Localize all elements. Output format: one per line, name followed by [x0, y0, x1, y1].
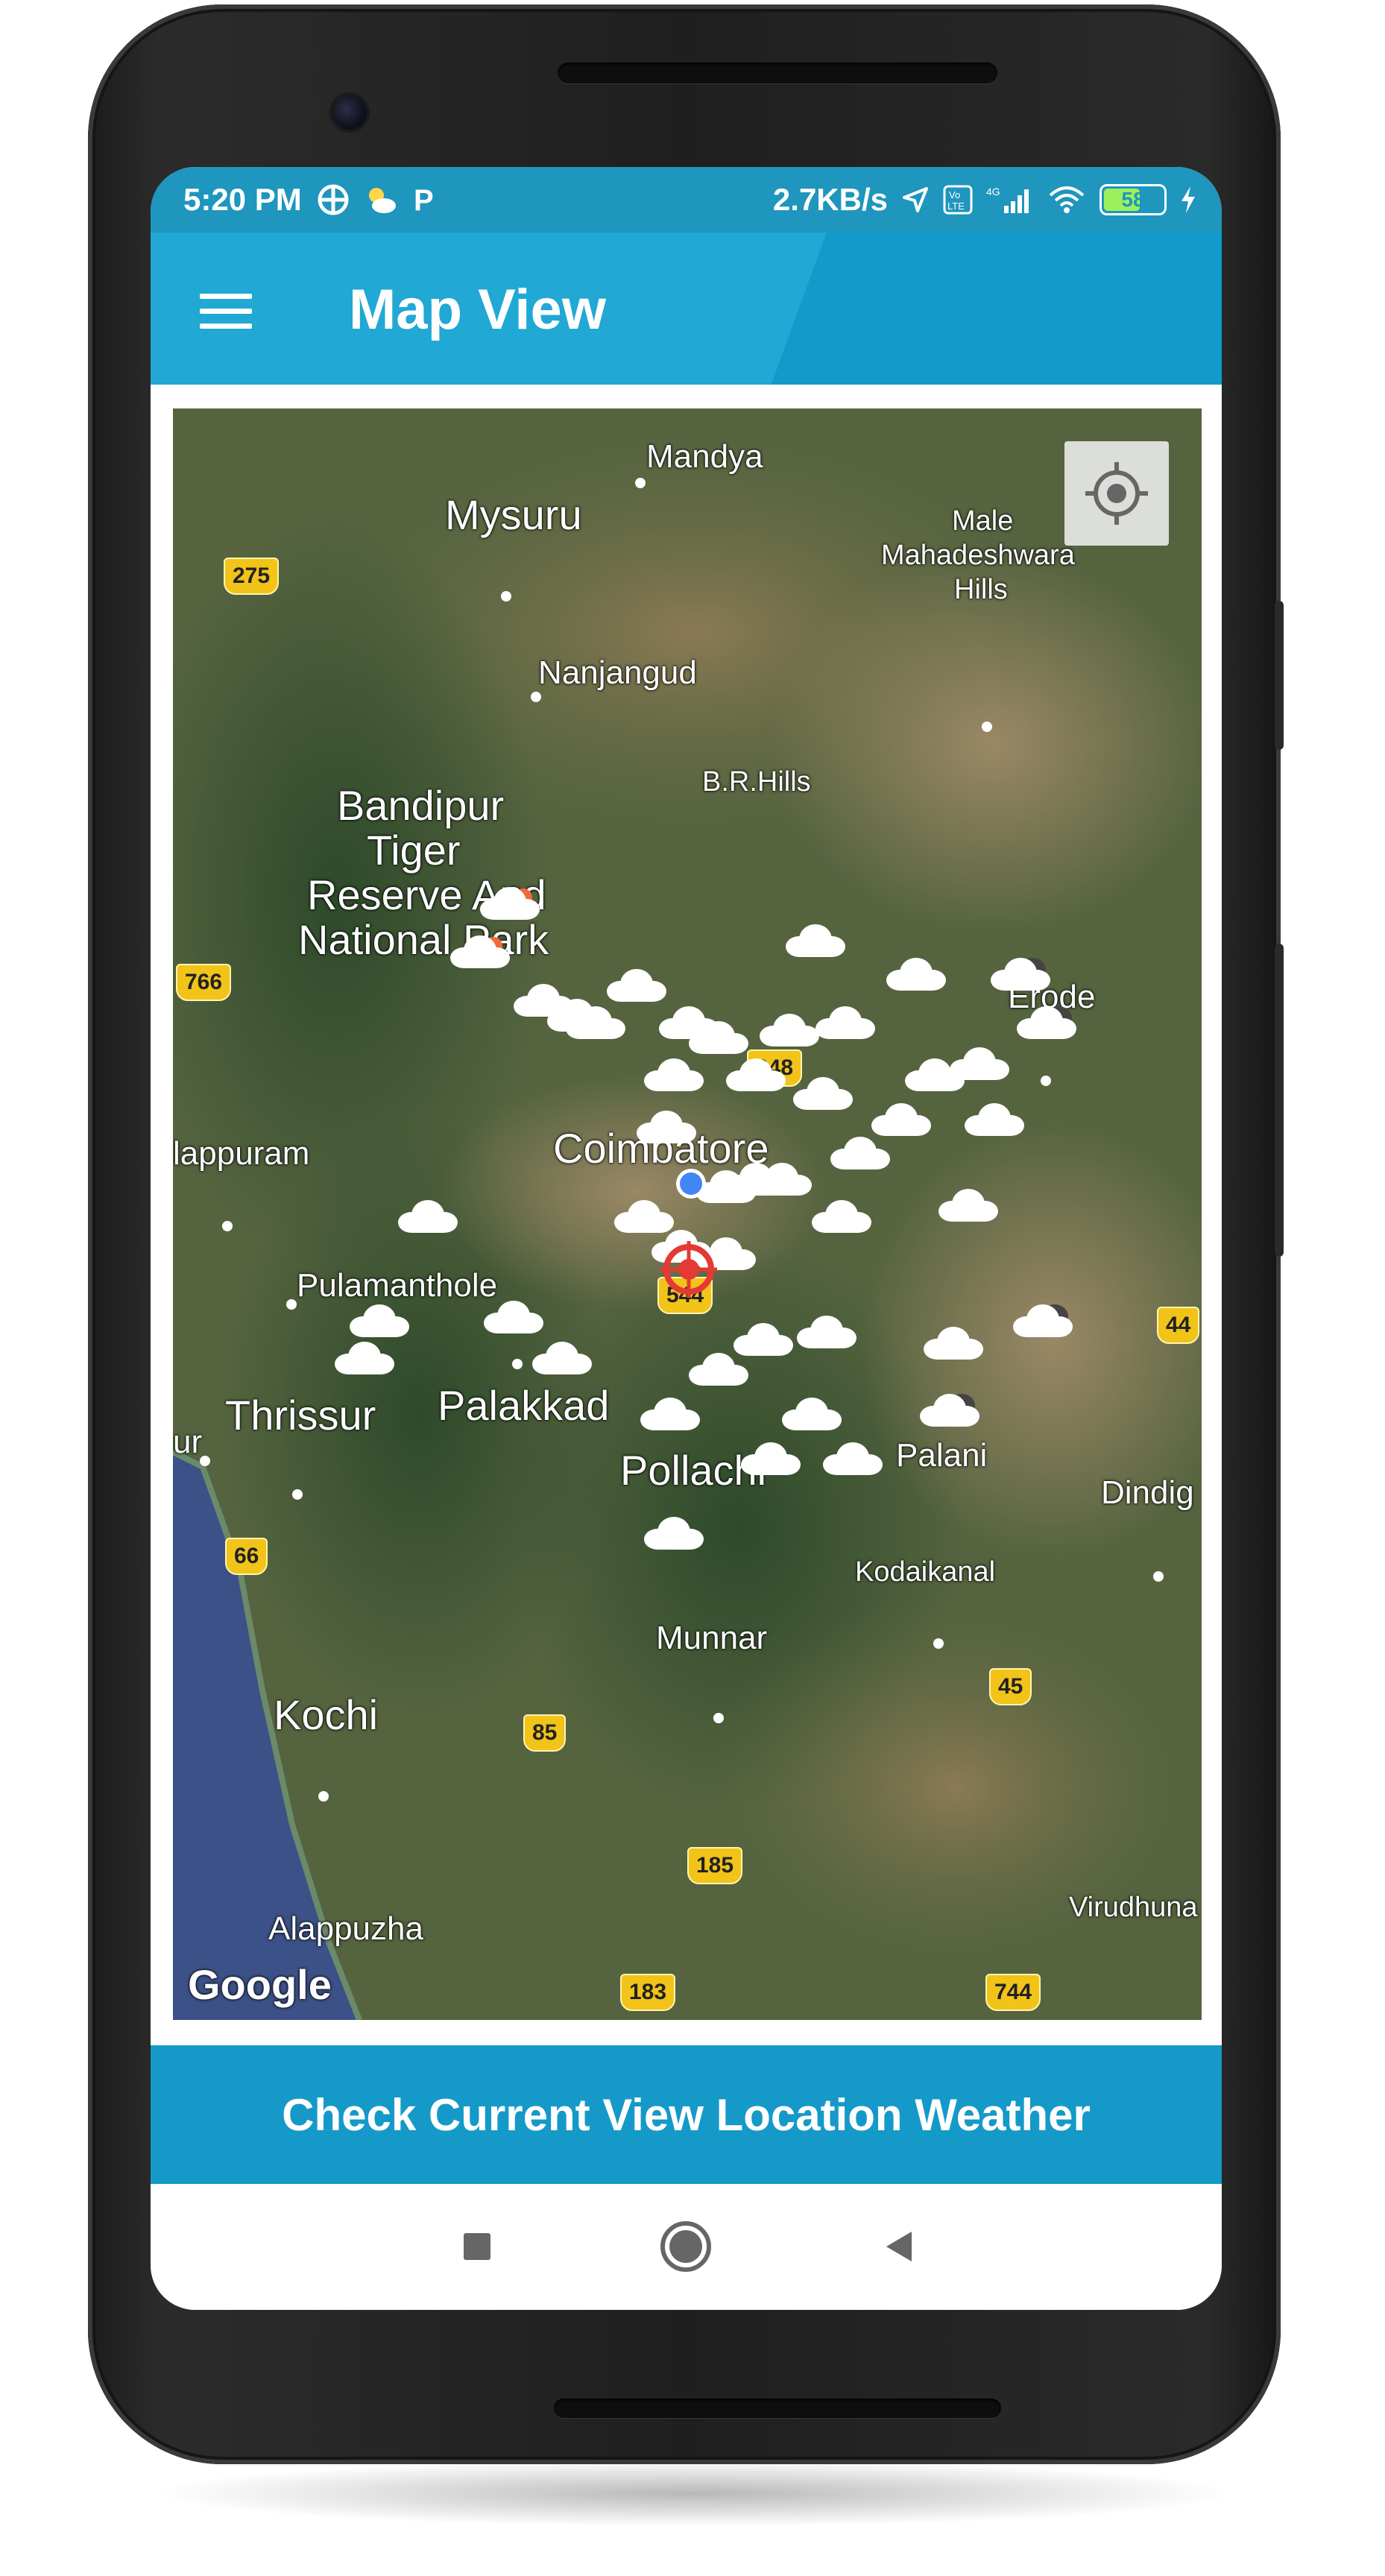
weather-cloud-icon — [797, 1316, 856, 1348]
weather-cloud-icon — [637, 1111, 696, 1143]
bottom-speaker — [554, 2399, 1001, 2418]
current-location-icon — [676, 1169, 706, 1199]
svg-text:4G: 4G — [986, 186, 1000, 198]
weather-cloud-icon — [484, 1301, 543, 1333]
weather-cloud-icon — [480, 887, 540, 920]
app-bar: Map View — [151, 233, 1222, 385]
weather-cloud-icon — [920, 1394, 979, 1427]
battery-icon: 58 — [1100, 184, 1167, 215]
network-speed: 2.7KB/s — [772, 182, 888, 217]
weather-cloud-icon — [350, 1304, 409, 1337]
weather-cloud-icon — [965, 1103, 1024, 1136]
weather-cloud-icon — [532, 1342, 592, 1374]
notification-icons: P — [317, 183, 435, 216]
weather-cloud-icon — [614, 1200, 674, 1233]
weather-cloud-icon — [607, 969, 666, 1002]
weather-cloud-icon — [786, 924, 845, 957]
app-notification-icon — [318, 184, 349, 215]
weather-cloud-icon — [733, 1323, 793, 1356]
weather-cloud-icon — [886, 958, 946, 991]
weather-cloud-icon — [823, 1442, 883, 1475]
square-recents-icon[interactable] — [447, 2217, 507, 2276]
weather-cloud-icon — [938, 1189, 998, 1222]
volte-icon: Vo LTE — [943, 185, 973, 215]
weather-cloud-icon — [335, 1342, 394, 1374]
paytm-notification-icon: P — [414, 184, 434, 216]
google-attribution: Google — [188, 1961, 332, 2008]
weather-cloud-icon — [793, 1077, 853, 1110]
svg-text:P: P — [414, 184, 434, 216]
device-shadow — [149, 2460, 1237, 2527]
weather-cloud-icon — [760, 1014, 819, 1046]
weather-notification-icon — [368, 188, 396, 213]
target-marker-icon[interactable] — [659, 1240, 719, 1299]
weather-cloud-icon — [644, 1058, 704, 1091]
front-camera — [332, 95, 367, 130]
weather-cloud-icon — [950, 1047, 1009, 1080]
weather-cloud-icon — [398, 1200, 458, 1233]
weather-cloud-icon — [644, 1517, 704, 1550]
phone-screen: 5:20 PM P 2.7KB/s Vo LTE 4G 58 Map View … — [151, 167, 1222, 2310]
earpiece-speaker — [558, 63, 997, 83]
location-arrow-icon — [903, 187, 928, 212]
charging-bolt-icon — [1181, 186, 1195, 213]
circle-home-icon[interactable] — [656, 2217, 716, 2276]
wifi-icon — [1049, 186, 1085, 213]
weather-cloud-icon — [991, 958, 1050, 991]
weather-cloud-icon — [924, 1327, 983, 1360]
page-title: Map View — [349, 278, 606, 341]
weather-cloud-icon — [812, 1200, 871, 1233]
weather-cloud-icon — [782, 1398, 842, 1430]
weather-cloud-icon — [1017, 1006, 1076, 1039]
status-time: 5:20 PM — [183, 182, 302, 217]
map-view[interactable]: Mandya Mysuru Male Mahadeshwara Hills Na… — [173, 408, 1202, 2020]
battery-level: 58 — [1121, 188, 1145, 211]
weather-cloud-icon — [450, 935, 510, 968]
power-button — [1275, 601, 1284, 750]
cellular-signal-icon: 4G — [986, 186, 1029, 213]
weather-cloud-icon — [726, 1058, 786, 1091]
weather-cloud-icon — [1013, 1304, 1073, 1337]
weather-markers — [335, 408, 1202, 1550]
triangle-back-icon[interactable] — [870, 2217, 930, 2276]
svg-text:LTE: LTE — [947, 201, 965, 212]
weather-cloud-icon — [741, 1442, 801, 1475]
weather-cloud-icon — [830, 1137, 890, 1169]
weather-cloud-icon — [815, 1006, 875, 1039]
hamburger-menu-icon[interactable] — [200, 294, 252, 329]
weather-cloud-icon — [689, 1353, 748, 1386]
status-right-icons: 2.7KB/s Vo LTE 4G 58 — [773, 182, 1196, 218]
check-weather-button[interactable]: Check Current View Location Weather — [151, 2045, 1222, 2184]
system-nav-bar — [151, 2184, 1222, 2310]
weather-cloud-icon — [640, 1398, 700, 1430]
status-bar: 5:20 PM P 2.7KB/s Vo LTE 4G 58 — [151, 167, 1222, 233]
volume-button — [1275, 944, 1284, 1257]
svg-text:Vo: Vo — [949, 189, 960, 201]
weather-cloud-icon — [871, 1103, 931, 1136]
